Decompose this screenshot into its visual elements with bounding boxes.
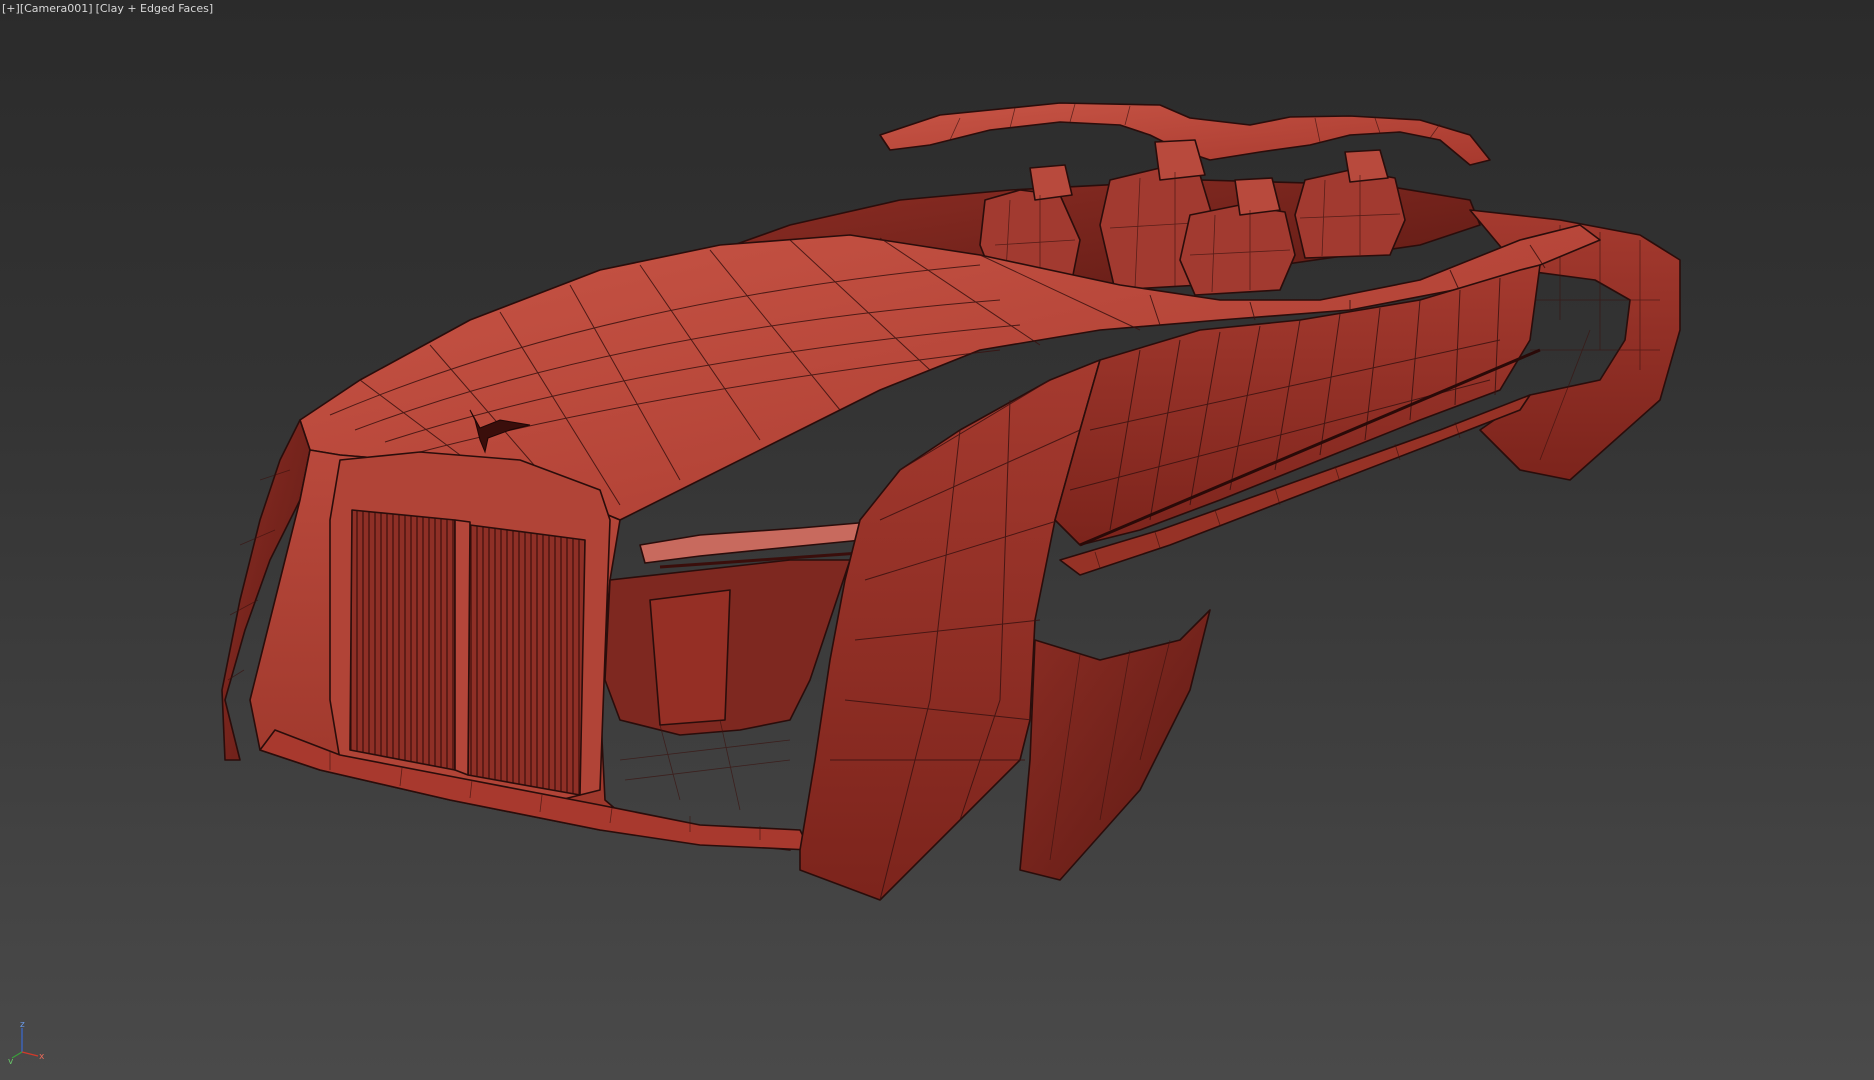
y-axis-label: y xyxy=(8,1057,14,1064)
grille-right xyxy=(467,524,586,796)
grille-center-bar xyxy=(454,519,471,776)
x-axis-line xyxy=(21,1051,39,1057)
car-model[interactable] xyxy=(0,0,1874,1080)
headlamp-strip xyxy=(639,521,871,564)
z-axis-label: z xyxy=(20,1020,25,1030)
seat-rear-right xyxy=(1294,149,1406,259)
3d-viewport[interactable]: [+] [Camera001] [Clay + Edged Faces] z x… xyxy=(0,0,1874,1080)
grille-left xyxy=(349,509,456,771)
x-axis-label: x xyxy=(39,1052,45,1062)
axis-gizmo: z x y xyxy=(8,1020,45,1064)
y-axis-line xyxy=(11,1051,23,1059)
side-skirt-fin xyxy=(1019,609,1211,881)
